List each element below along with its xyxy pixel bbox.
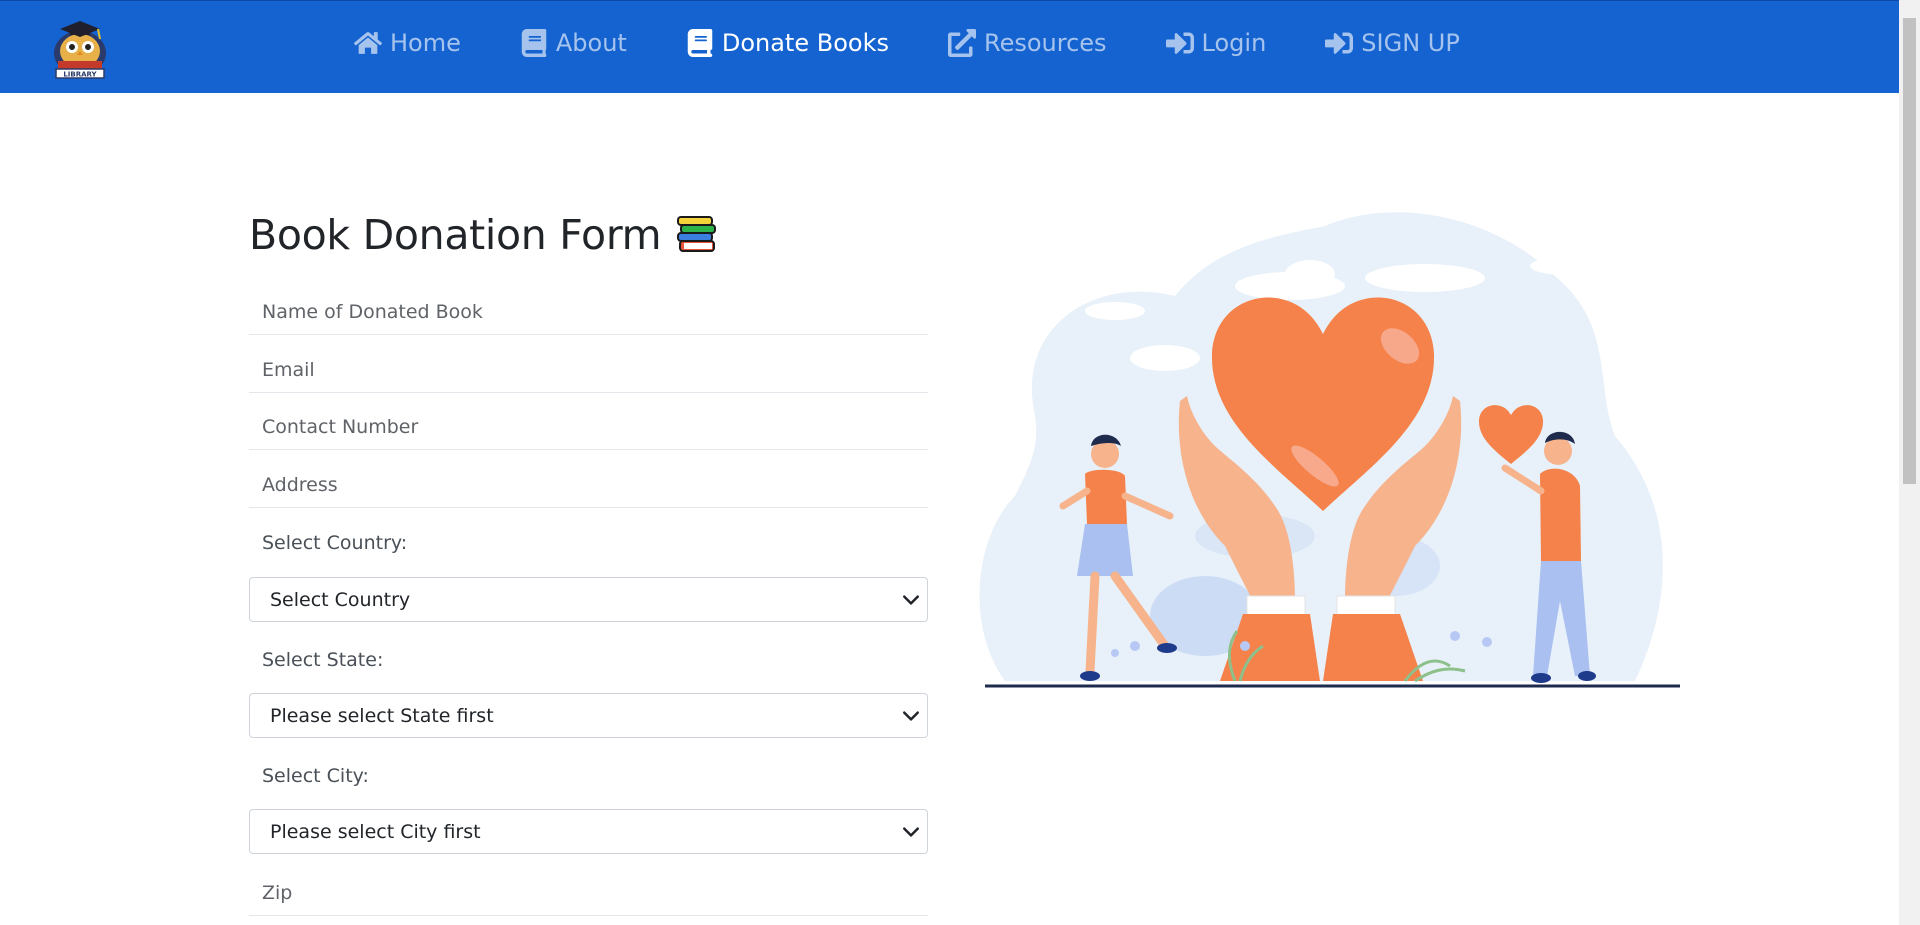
donation-hands-heart-illustration: [975, 206, 1685, 691]
chevron-down-icon: [903, 711, 919, 721]
external-link-icon: [947, 29, 976, 57]
library-logo-icon[interactable]: LIBRARY: [50, 17, 110, 79]
country-select[interactable]: Select Country: [249, 577, 928, 622]
nav-home[interactable]: Home: [354, 29, 461, 57]
svg-text:LIBRARY: LIBRARY: [63, 71, 97, 79]
page-title: Book Donation Form: [249, 205, 928, 265]
sign-in-icon: [1325, 32, 1354, 54]
nav-sign-up[interactable]: SIGN UP: [1325, 29, 1460, 57]
nav-resources[interactable]: Resources: [947, 29, 1107, 57]
scrollbar-thumb[interactable]: [1903, 18, 1916, 484]
city-select-value: Please select City first: [270, 820, 481, 843]
country-select-value: Select Country: [270, 588, 411, 611]
chevron-down-icon: [903, 595, 919, 605]
navbar: LIBRARY Home About Donate Books Resource…: [0, 0, 1899, 93]
scrollbar[interactable]: [1899, 0, 1920, 925]
nav-resources-label: Resources: [983, 29, 1107, 57]
nav-about-label: About: [555, 29, 627, 57]
nav-login-label: Login: [1201, 29, 1267, 57]
book-name-field[interactable]: [249, 289, 928, 335]
country-label: Select Country:: [262, 532, 408, 554]
nav-about[interactable]: About: [520, 29, 627, 57]
address-field[interactable]: [249, 462, 928, 508]
nav-sign-up-label: SIGN UP: [1361, 29, 1460, 57]
state-label: Select State:: [262, 649, 384, 671]
nav-login[interactable]: Login: [1165, 29, 1267, 57]
nav-home-label: Home: [390, 29, 461, 57]
state-select[interactable]: Please select State first: [249, 693, 928, 738]
email-field[interactable]: [249, 347, 928, 393]
nav-donate-books-label: Donate Books: [721, 29, 889, 57]
nav-menu: Home About Donate Books Resources Login …: [354, 29, 1519, 57]
zip-field[interactable]: [249, 870, 928, 916]
city-label: Select City:: [262, 765, 369, 787]
sign-in-icon: [1165, 32, 1194, 54]
book-open-icon: [687, 29, 713, 57]
donation-form: Book Donation Form Select Country: Selec…: [249, 205, 928, 925]
city-select[interactable]: Please select City first: [249, 809, 928, 854]
form-title-text: Book Donation Form: [249, 211, 662, 259]
home-icon: [354, 32, 382, 54]
book-icon: [521, 29, 547, 57]
contact-number-field[interactable]: [249, 404, 928, 450]
books-stack-icon: [675, 214, 717, 256]
state-select-value: Please select State first: [270, 704, 494, 727]
chevron-down-icon: [903, 827, 919, 837]
nav-donate-books[interactable]: Donate Books: [686, 29, 889, 57]
